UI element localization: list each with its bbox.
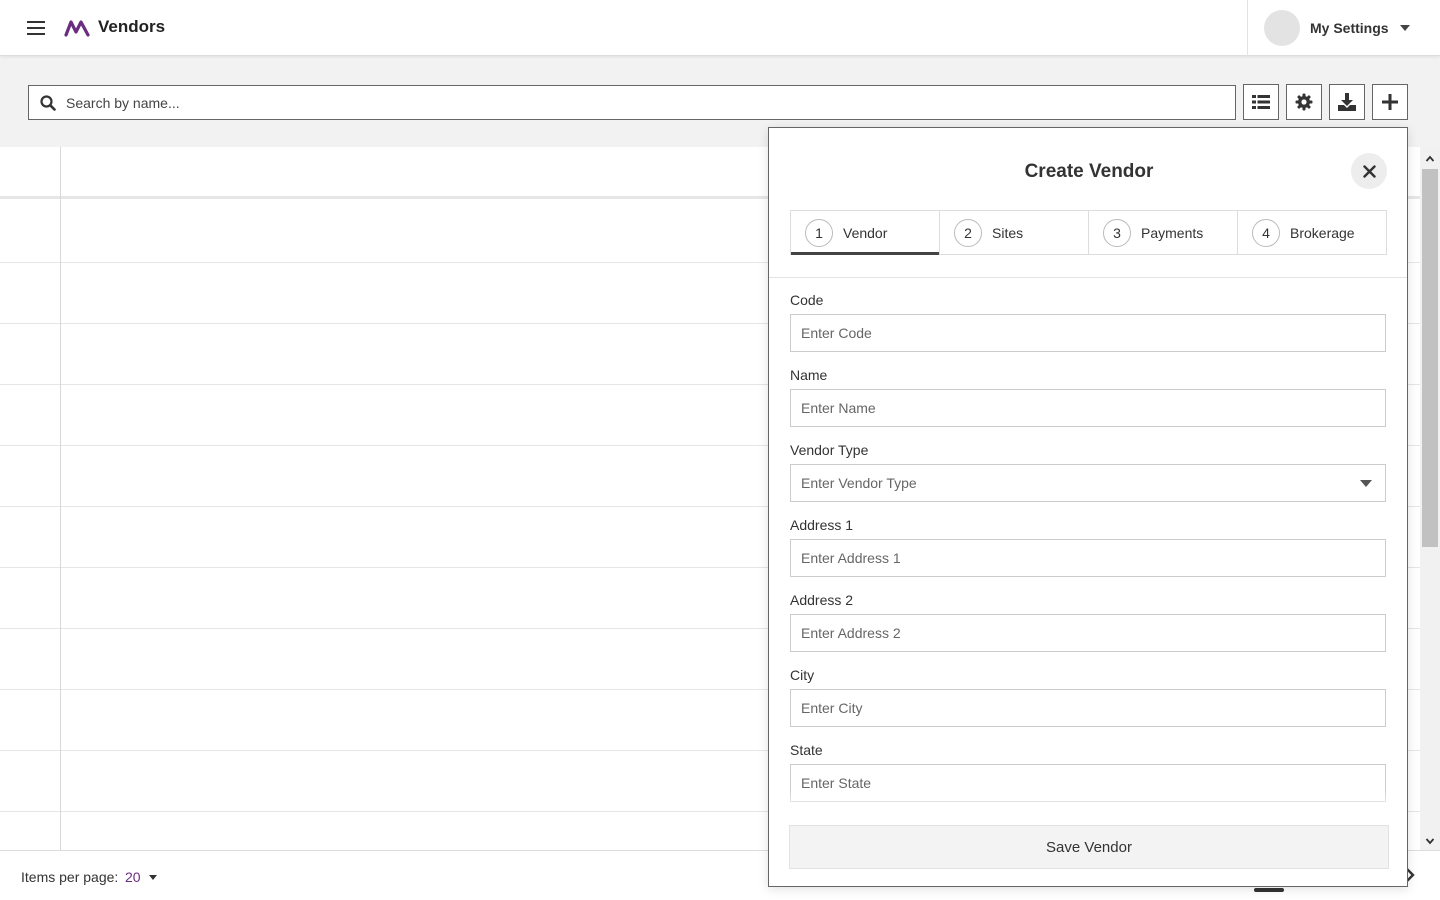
scroll-thumb[interactable] (1422, 169, 1438, 547)
download-button[interactable] (1329, 84, 1365, 120)
wizard-steps: 1 Vendor 2 Sites 3 Payments 4 Brokerage (790, 210, 1387, 255)
step-number: 4 (1252, 218, 1280, 247)
gear-icon (1295, 93, 1313, 111)
name-field[interactable] (790, 389, 1386, 427)
column-divider (60, 147, 61, 850)
step-number: 3 (1103, 218, 1131, 247)
search-icon[interactable] (29, 86, 66, 119)
items-per-page-select[interactable]: 20 (125, 869, 141, 885)
search-input[interactable] (66, 86, 1235, 119)
vendor-type-select[interactable] (790, 464, 1386, 502)
my-settings-label[interactable]: My Settings (1310, 20, 1389, 36)
step-brokerage[interactable]: 4 Brokerage (1238, 211, 1386, 254)
step-number: 1 (805, 218, 833, 247)
step-label: Vendor (843, 224, 888, 241)
state-label: State (790, 742, 823, 758)
step-label: Payments (1141, 224, 1204, 241)
plus-icon (1382, 94, 1398, 110)
vertical-scrollbar[interactable] (1420, 147, 1440, 850)
code-field[interactable] (790, 314, 1386, 352)
brand-logo-icon (64, 20, 90, 37)
top-bar: Vendors My Settings (0, 0, 1440, 56)
address-1-label: Address 1 (790, 517, 854, 533)
list-view-button[interactable] (1243, 84, 1279, 120)
caret-down-icon[interactable] (1400, 25, 1410, 31)
scroll-up-arrow-icon[interactable] (1420, 149, 1440, 167)
add-button[interactable] (1372, 84, 1408, 120)
scroll-fade (769, 793, 1407, 823)
close-icon (1362, 164, 1376, 178)
avatar[interactable] (1264, 10, 1300, 46)
step-vendor[interactable]: 1 Vendor (791, 211, 940, 255)
step-label: Sites (992, 224, 1024, 241)
save-vendor-button[interactable]: Save Vendor (789, 825, 1389, 869)
address-2-label: Address 2 (790, 592, 854, 608)
page-title: Vendors (98, 17, 166, 36)
name-label: Name (790, 367, 828, 383)
step-label: Brokerage (1290, 224, 1355, 241)
city-label: City (790, 667, 815, 683)
scroll-down-arrow-icon[interactable] (1420, 832, 1440, 850)
settings-button[interactable] (1286, 84, 1322, 120)
page-indicator (1254, 888, 1284, 892)
download-icon (1338, 93, 1356, 111)
search-box (28, 85, 1236, 120)
items-per-page-label: Items per page: (21, 869, 119, 885)
address-2-field[interactable] (790, 614, 1386, 652)
my-settings-menu[interactable]: My Settings (1247, 0, 1440, 56)
list-icon (1252, 95, 1270, 109)
create-vendor-panel: Create Vendor 1 Vendor 2 Sites 3 Payment… (768, 127, 1408, 887)
address-1-field[interactable] (790, 539, 1386, 577)
step-number: 2 (954, 218, 982, 247)
step-payments[interactable]: 3 Payments (1089, 211, 1238, 254)
close-button[interactable] (1351, 153, 1387, 189)
hamburger-menu-icon[interactable] (24, 16, 48, 40)
caret-down-icon[interactable] (149, 875, 157, 880)
city-field[interactable] (790, 689, 1386, 727)
vendor-form: Code Name Vendor Type Address 1 Address … (769, 278, 1407, 823)
step-sites[interactable]: 2 Sites (940, 211, 1089, 254)
panel-title: Create Vendor (1024, 161, 1154, 182)
vendor-type-label: Vendor Type (790, 442, 869, 458)
code-label: Code (790, 292, 824, 308)
